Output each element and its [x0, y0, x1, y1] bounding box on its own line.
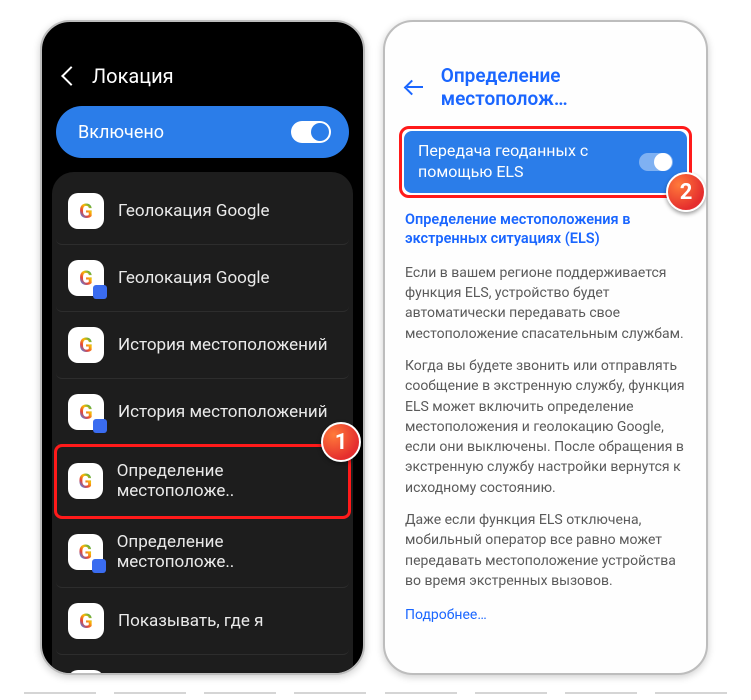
- list-item[interactable]: GПоказывать, где я: [56, 655, 349, 675]
- google-icon: G: [68, 193, 104, 229]
- header-bar: Определение местополож…: [385, 22, 706, 126]
- back-icon[interactable]: [61, 66, 81, 86]
- info-paragraph: Даже если функция ELS отключена, мобильн…: [385, 504, 706, 597]
- info-paragraph: Если в вашем регионе поддерживается функ…: [385, 257, 706, 350]
- els-toggle-container: Передача геоданных с помощью ELS 2: [399, 126, 692, 198]
- list-item[interactable]: G История местоположений: [56, 312, 349, 379]
- google-icon: G: [68, 670, 104, 675]
- master-toggle-row[interactable]: Включено: [56, 106, 349, 158]
- google-icon: G: [68, 394, 104, 430]
- section-title: Определение местоположения в экстренных …: [385, 198, 706, 257]
- list-item[interactable]: G Геолокация Google: [56, 245, 349, 312]
- switch-on-icon[interactable]: [639, 153, 673, 171]
- els-toggle-label: Передача геоданных с помощью ELS: [418, 141, 629, 183]
- list-item[interactable]: G Определение местоположе..: [56, 517, 349, 588]
- google-icon: G: [68, 327, 104, 363]
- list-item-label: Определение местоположе..: [117, 532, 337, 572]
- list-item[interactable]: GОпределение местоположе..1: [56, 446, 349, 517]
- phone-right-light: Определение местополож… Передача геоданн…: [383, 20, 708, 675]
- master-toggle-label: Включено: [78, 122, 164, 143]
- step-badge-1: 1: [321, 422, 361, 462]
- page-title: Определение местополож…: [441, 64, 688, 110]
- list-item-label: Геолокация Google: [118, 268, 270, 288]
- list-item[interactable]: G Геолокация Google: [56, 178, 349, 245]
- google-icon: G: [68, 260, 104, 296]
- step-highlight: Передача геоданных с помощью ELS: [399, 126, 692, 198]
- header-bar: Локация: [42, 22, 363, 106]
- home-indicators: [0, 692, 751, 694]
- list-item-label: История местоположений: [118, 335, 328, 355]
- phone-left-dark: Локация Включено G Геолокация Google G Геол…: [40, 20, 365, 675]
- switch-on-icon[interactable]: [291, 121, 331, 143]
- step-badge-2: 2: [666, 172, 706, 212]
- google-icon: G: [68, 603, 104, 639]
- page-title: Локация: [92, 64, 174, 88]
- list-item-label: Геолокация Google: [118, 201, 270, 221]
- list-item[interactable]: G Показывать, где я: [56, 588, 349, 655]
- list-item[interactable]: G История местоположений: [56, 379, 349, 446]
- back-icon[interactable]: [407, 86, 423, 88]
- list-item-label: История местоположений: [118, 402, 328, 422]
- els-toggle-row[interactable]: Передача геоданных с помощью ELS: [404, 131, 687, 193]
- google-icon: G: [68, 534, 103, 570]
- list-item-label: Определение местоположе..: [117, 461, 337, 501]
- location-services-list: G Геолокация Google G Геолокация Google G Ист…: [52, 172, 353, 675]
- more-link[interactable]: Подробнее…: [385, 597, 706, 633]
- info-paragraph: Когда вы будете звонить или отправлять с…: [385, 350, 706, 504]
- google-icon: G: [68, 463, 103, 499]
- list-item-label: Показывать, где я: [118, 611, 263, 631]
